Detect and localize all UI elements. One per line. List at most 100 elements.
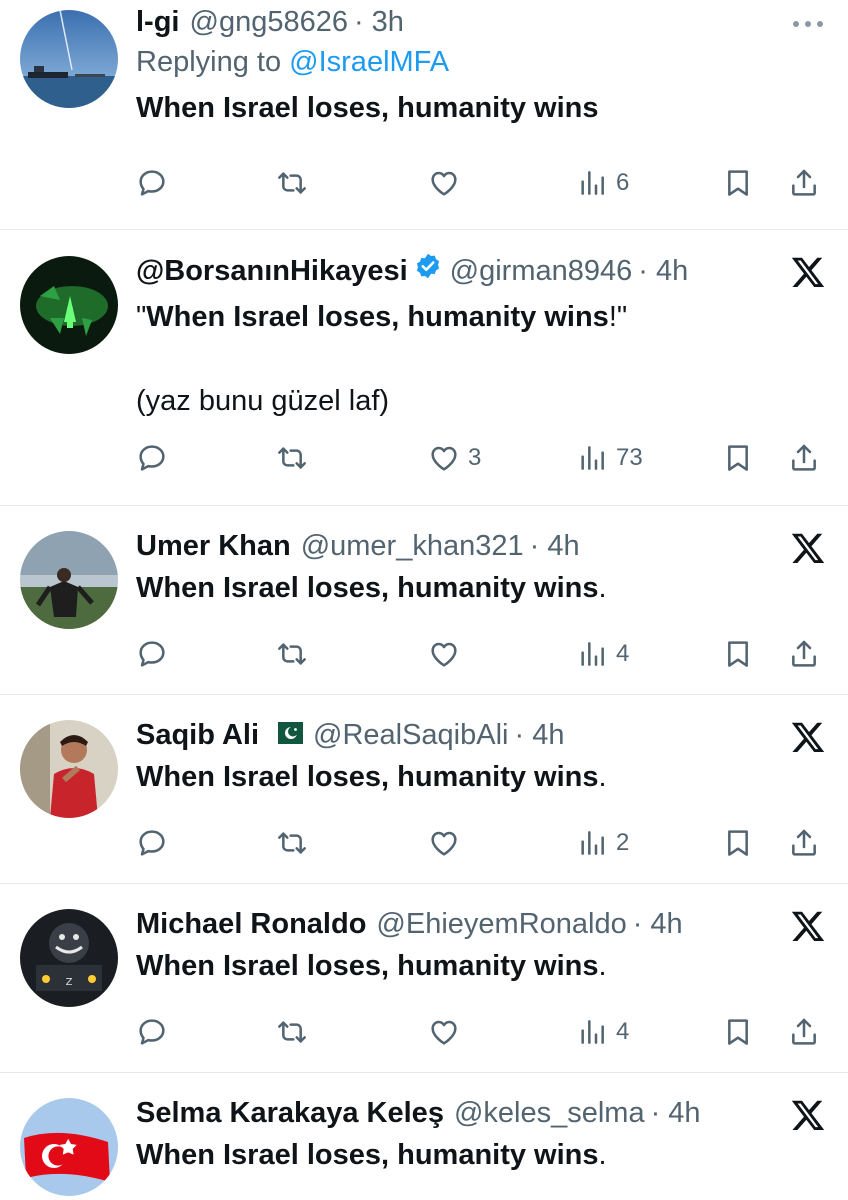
bookmark-button[interactable] bbox=[722, 823, 754, 863]
verified-badge-icon[interactable] bbox=[414, 252, 442, 280]
bookmark-icon bbox=[722, 1016, 754, 1048]
heart-icon bbox=[428, 638, 460, 670]
share-button[interactable] bbox=[788, 163, 820, 203]
share-icon bbox=[788, 442, 820, 474]
like-button[interactable]: 3 bbox=[428, 438, 481, 478]
handle[interactable]: @gng58626 bbox=[190, 4, 348, 40]
quote-close: !" bbox=[608, 301, 628, 333]
retweet-icon bbox=[276, 1016, 308, 1048]
share-button[interactable] bbox=[788, 1012, 820, 1052]
display-name[interactable]: Selma Karakaya Keleş bbox=[136, 1095, 444, 1131]
bookmark-button[interactable] bbox=[722, 163, 754, 203]
more-icon bbox=[793, 21, 823, 27]
handle[interactable]: @keles_selma bbox=[454, 1095, 645, 1131]
action-bar: 4 bbox=[136, 634, 828, 674]
display-name[interactable]: l-gi bbox=[136, 4, 180, 40]
tweet-2[interactable]: @BorsanınHikayesi @girman8946 · 4h "When… bbox=[0, 230, 848, 506]
avatar[interactable] bbox=[20, 531, 118, 629]
share-icon bbox=[788, 167, 820, 199]
retweet-button[interactable] bbox=[276, 634, 308, 674]
display-name[interactable]: Michael Ronaldo bbox=[136, 906, 366, 942]
views-button[interactable]: 4 bbox=[576, 634, 629, 674]
reply-icon bbox=[136, 442, 168, 474]
retweet-button[interactable] bbox=[276, 1012, 308, 1052]
timestamp[interactable]: · 4h bbox=[651, 1095, 701, 1131]
reply-button[interactable] bbox=[136, 1012, 168, 1052]
retweet-button[interactable] bbox=[276, 823, 308, 863]
tweet-text-period: . bbox=[598, 1139, 607, 1171]
retweet-icon bbox=[276, 167, 308, 199]
tweet-3[interactable]: Umer Khan @umer_khan321 · 4h When Israel… bbox=[0, 506, 848, 695]
tweet-5[interactable]: Z Michael Ronaldo @EhieyemRonaldo · 4h W… bbox=[0, 884, 848, 1073]
share-button[interactable] bbox=[788, 438, 820, 478]
tweet-1[interactable]: l-gi @gng58626 · 3h Replying to @IsraelM… bbox=[0, 0, 848, 230]
reply-button[interactable] bbox=[136, 634, 168, 674]
avatar[interactable] bbox=[20, 1098, 118, 1196]
x-logo bbox=[788, 906, 828, 946]
tweet-text-period: . bbox=[598, 572, 607, 604]
avatar[interactable] bbox=[20, 256, 118, 354]
views-count: 73 bbox=[616, 444, 643, 471]
views-button[interactable]: 73 bbox=[576, 438, 643, 478]
timestamp[interactable]: · 4h bbox=[514, 717, 564, 753]
display-name[interactable]: @BorsanınHikayesi bbox=[136, 253, 408, 289]
tweet-text: When Israel loses, humanity wins. bbox=[136, 946, 828, 986]
reply-button[interactable] bbox=[136, 823, 168, 863]
svg-text:Z: Z bbox=[66, 977, 73, 988]
x-logo-icon bbox=[790, 1097, 826, 1133]
bookmark-button[interactable] bbox=[722, 438, 754, 478]
views-icon bbox=[576, 1016, 608, 1048]
replying-to: Replying to @IsraelMFA bbox=[136, 44, 828, 80]
reply-icon bbox=[136, 827, 168, 859]
tweet-text-period: . bbox=[598, 761, 607, 793]
mention-link[interactable]: @IsraelMFA bbox=[289, 46, 449, 78]
like-button[interactable] bbox=[428, 163, 460, 203]
reply-icon bbox=[136, 1016, 168, 1048]
retweet-button[interactable] bbox=[276, 163, 308, 203]
x-logo bbox=[788, 1095, 828, 1135]
reply-button[interactable] bbox=[136, 438, 168, 478]
share-icon bbox=[788, 827, 820, 859]
handle[interactable]: @umer_khan321 bbox=[301, 528, 524, 564]
tweet-text: When Israel loses, humanity wins. bbox=[136, 568, 828, 608]
bookmark-button[interactable] bbox=[722, 1012, 754, 1052]
avatar[interactable]: Z bbox=[20, 909, 118, 1007]
timestamp[interactable]: · 4h bbox=[530, 528, 580, 564]
action-bar: 2 bbox=[136, 823, 828, 863]
like-button[interactable] bbox=[428, 1012, 460, 1052]
tweet-6[interactable]: Selma Karakaya Keleş @keles_selma · 4h W… bbox=[0, 1073, 848, 1200]
handle[interactable]: @RealSaqibAli bbox=[313, 717, 508, 753]
bookmark-icon bbox=[722, 827, 754, 859]
heart-icon bbox=[428, 167, 460, 199]
views-button[interactable]: 4 bbox=[576, 1012, 629, 1052]
timestamp[interactable]: · 3h bbox=[354, 4, 404, 40]
display-name[interactable]: Umer Khan bbox=[136, 528, 291, 564]
tweet-text: When Israel loses, humanity wins bbox=[136, 92, 599, 124]
replying-to-label: Replying to bbox=[136, 46, 282, 78]
handle[interactable]: @girman8946 bbox=[450, 253, 633, 289]
heart-icon bbox=[428, 1016, 460, 1048]
like-button[interactable] bbox=[428, 823, 460, 863]
tweet-text-main: When Israel loses, humanity wins bbox=[146, 301, 609, 333]
timestamp[interactable]: · 4h bbox=[633, 906, 683, 942]
handle[interactable]: @EhieyemRonaldo bbox=[376, 906, 626, 942]
tweet-text: "When Israel loses, humanity wins!" bbox=[136, 297, 828, 337]
avatar[interactable] bbox=[20, 10, 118, 108]
display-name[interactable]: Saqib Ali bbox=[136, 717, 259, 753]
bookmark-icon bbox=[722, 442, 754, 474]
action-bar: 3 73 bbox=[136, 438, 828, 478]
avatar[interactable] bbox=[20, 720, 118, 818]
views-button[interactable]: 2 bbox=[576, 823, 629, 863]
share-button[interactable] bbox=[788, 823, 820, 863]
more-options-button[interactable] bbox=[788, 4, 828, 44]
share-button[interactable] bbox=[788, 634, 820, 674]
views-button[interactable]: 6 bbox=[576, 163, 629, 203]
like-button[interactable] bbox=[428, 634, 460, 674]
retweet-button[interactable] bbox=[276, 438, 308, 478]
timestamp[interactable]: · 4h bbox=[638, 253, 688, 289]
bookmark-button[interactable] bbox=[722, 634, 754, 674]
pakistan-flag-icon bbox=[269, 722, 303, 744]
tweet-text-main: When Israel loses, humanity wins bbox=[136, 950, 599, 982]
reply-button[interactable] bbox=[136, 163, 168, 203]
tweet-4[interactable]: Saqib Ali @RealSaqibAli · 4h When Israel… bbox=[0, 695, 848, 884]
